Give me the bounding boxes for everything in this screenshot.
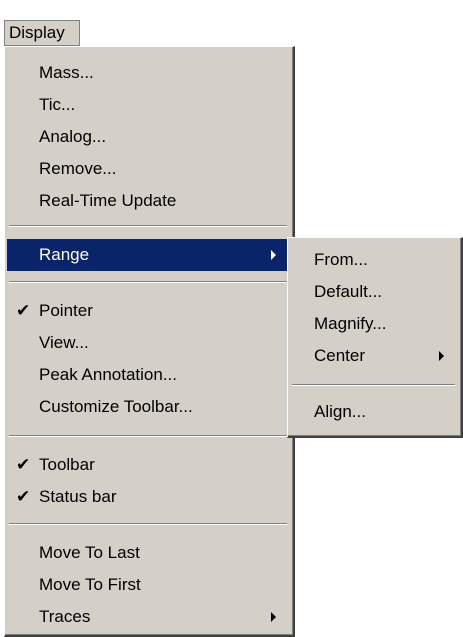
menu-item-customize-toolbar[interactable]: Customize Toolbar... [7, 391, 290, 423]
menu-separator [9, 225, 287, 227]
check-mark-icon: ✔ [16, 487, 31, 506]
menu-item-range[interactable]: Range [7, 239, 290, 271]
submenu-item-magnify[interactable]: Magnify... [290, 308, 458, 340]
submenu-arrow-icon [271, 250, 276, 260]
submenu-arrow-icon [271, 612, 276, 622]
submenu-item-default[interactable]: Default... [290, 276, 458, 308]
submenu-item-from[interactable]: From... [290, 244, 458, 276]
menu-separator [9, 281, 287, 283]
menu-item-tic[interactable]: Tic... [7, 89, 290, 121]
check-mark-icon: ✔ [16, 455, 31, 474]
menu-item-range-label: Range [39, 245, 90, 264]
menu-item-status-bar[interactable]: ✔ Status bar [7, 481, 290, 513]
submenu-item-center-label: Center [314, 346, 366, 365]
menu-item-real-time-update[interactable]: Real-Time Update [7, 185, 290, 217]
menu-item-pointer[interactable]: ✔ Pointer [7, 295, 290, 327]
menu-item-mass[interactable]: Mass... [7, 57, 290, 89]
menu-item-move-to-last[interactable]: Move To Last [7, 537, 290, 569]
menu-item-peak-annotation[interactable]: Peak Annotation... [7, 359, 290, 391]
submenu-item-align[interactable]: Align... [290, 396, 458, 428]
menu-item-view[interactable]: View... [7, 327, 290, 359]
menu-item-toolbar-label: Toolbar [39, 455, 95, 474]
menu-item-move-to-first[interactable]: Move To First [7, 569, 290, 601]
menu-item-toolbar[interactable]: ✔ Toolbar [7, 449, 290, 481]
submenu-arrow-icon [439, 351, 444, 361]
menu-separator [9, 523, 287, 525]
menu-item-remove[interactable]: Remove... [7, 153, 290, 185]
menu-separator [9, 435, 287, 437]
menu-separator [292, 384, 455, 386]
menu-item-status-bar-label: Status bar [39, 487, 117, 506]
menubar-display[interactable]: Display [4, 20, 80, 46]
menu-item-analog[interactable]: Analog... [7, 121, 290, 153]
menu-item-traces[interactable]: Traces [7, 601, 290, 633]
display-menu: Mass... Tic... Analog... Remove... Real-… [4, 46, 295, 637]
menu-item-traces-label: Traces [39, 607, 91, 626]
check-mark-icon: ✔ [16, 301, 31, 320]
range-submenu: From... Default... Magnify... Center Ali… [287, 237, 463, 438]
menu-item-pointer-label: Pointer [39, 301, 93, 320]
submenu-item-center[interactable]: Center [290, 340, 458, 372]
